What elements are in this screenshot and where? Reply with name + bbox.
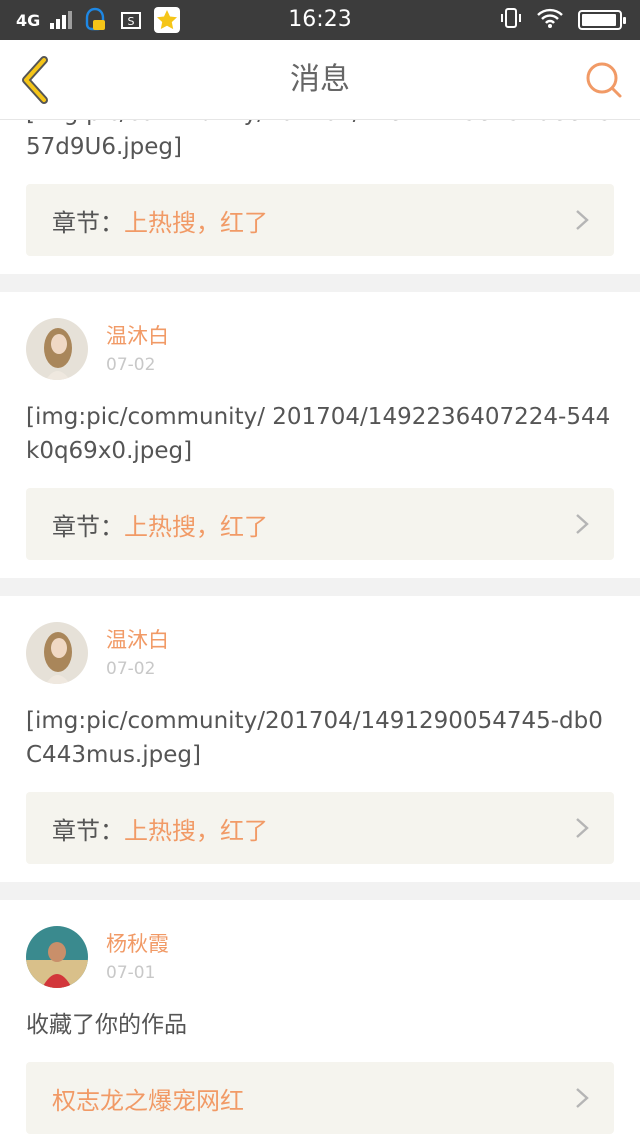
work-name: 权志龙之爆宠网红 [52,1086,244,1115]
message-card: [img:pic/community/201704/1492244384316O… [0,120,640,274]
battery-icon [578,10,626,30]
search-icon [586,62,622,98]
chapter-label: 章节： [52,512,124,541]
message-card: 温沐白 07-02 [img:pic/community/ 201704/149… [0,292,640,578]
search-button[interactable] [582,58,626,102]
page-title: 消息 [290,62,350,97]
battery-fill [582,14,617,26]
chevron-right-icon [576,514,589,534]
status-bar: 4G S 16:23 [0,0,640,40]
message-date: 07-01 [106,963,156,983]
chapter-link[interactable]: 章节： 上热搜，红了 [26,792,614,864]
username[interactable]: 温沐白 [106,323,169,349]
message-list[interactable]: [img:pic/community/201704/1492244384316O… [0,120,640,1138]
chevron-right-icon [576,210,589,230]
avatar[interactable] [26,622,88,684]
chapter-name: 上热搜，红了 [124,512,268,541]
user-row: 温沐白 07-02 [26,318,614,380]
message-text: [img:pic/community/201704/1491290054745-… [26,708,603,768]
chapter-label: 章节： [52,816,124,845]
message-text: [img:pic/community/ 201704/1492236407224… [26,404,611,464]
chapter-label: 章节： [52,208,124,237]
username[interactable]: 温沐白 [106,627,169,653]
wifi-icon [536,7,564,33]
work-link[interactable]: 权志龙之爆宠网红 [26,1062,614,1134]
nav-bar: 消息 [0,40,640,120]
chapter-name: 上热搜，红了 [124,208,268,237]
message-text: 收藏了你的作品 [26,1012,187,1038]
message-card: 杨秋霞 07-01 收藏了你的作品 权志龙之爆宠网红 [0,900,640,1138]
chevron-right-icon [576,1088,589,1108]
message-date: 07-02 [106,355,156,375]
chapter-name: 上热搜，红了 [124,816,268,845]
user-row: 温沐白 07-02 [26,622,614,684]
chapter-link[interactable]: 章节： 上热搜，红了 [26,488,614,560]
vibrate-icon [500,7,522,33]
avatar[interactable] [26,926,88,988]
message-text: [img:pic/community/201704/1492244384316O… [26,120,613,160]
chevron-right-icon [576,818,589,838]
message-card: 温沐白 07-02 [img:pic/community/201704/1491… [0,596,640,882]
user-row: 杨秋霞 07-01 [26,926,614,988]
chapter-link[interactable]: 章节： 上热搜，红了 [26,184,614,256]
username[interactable]: 杨秋霞 [106,931,169,957]
avatar[interactable] [26,318,88,380]
message-date: 07-02 [106,659,156,679]
